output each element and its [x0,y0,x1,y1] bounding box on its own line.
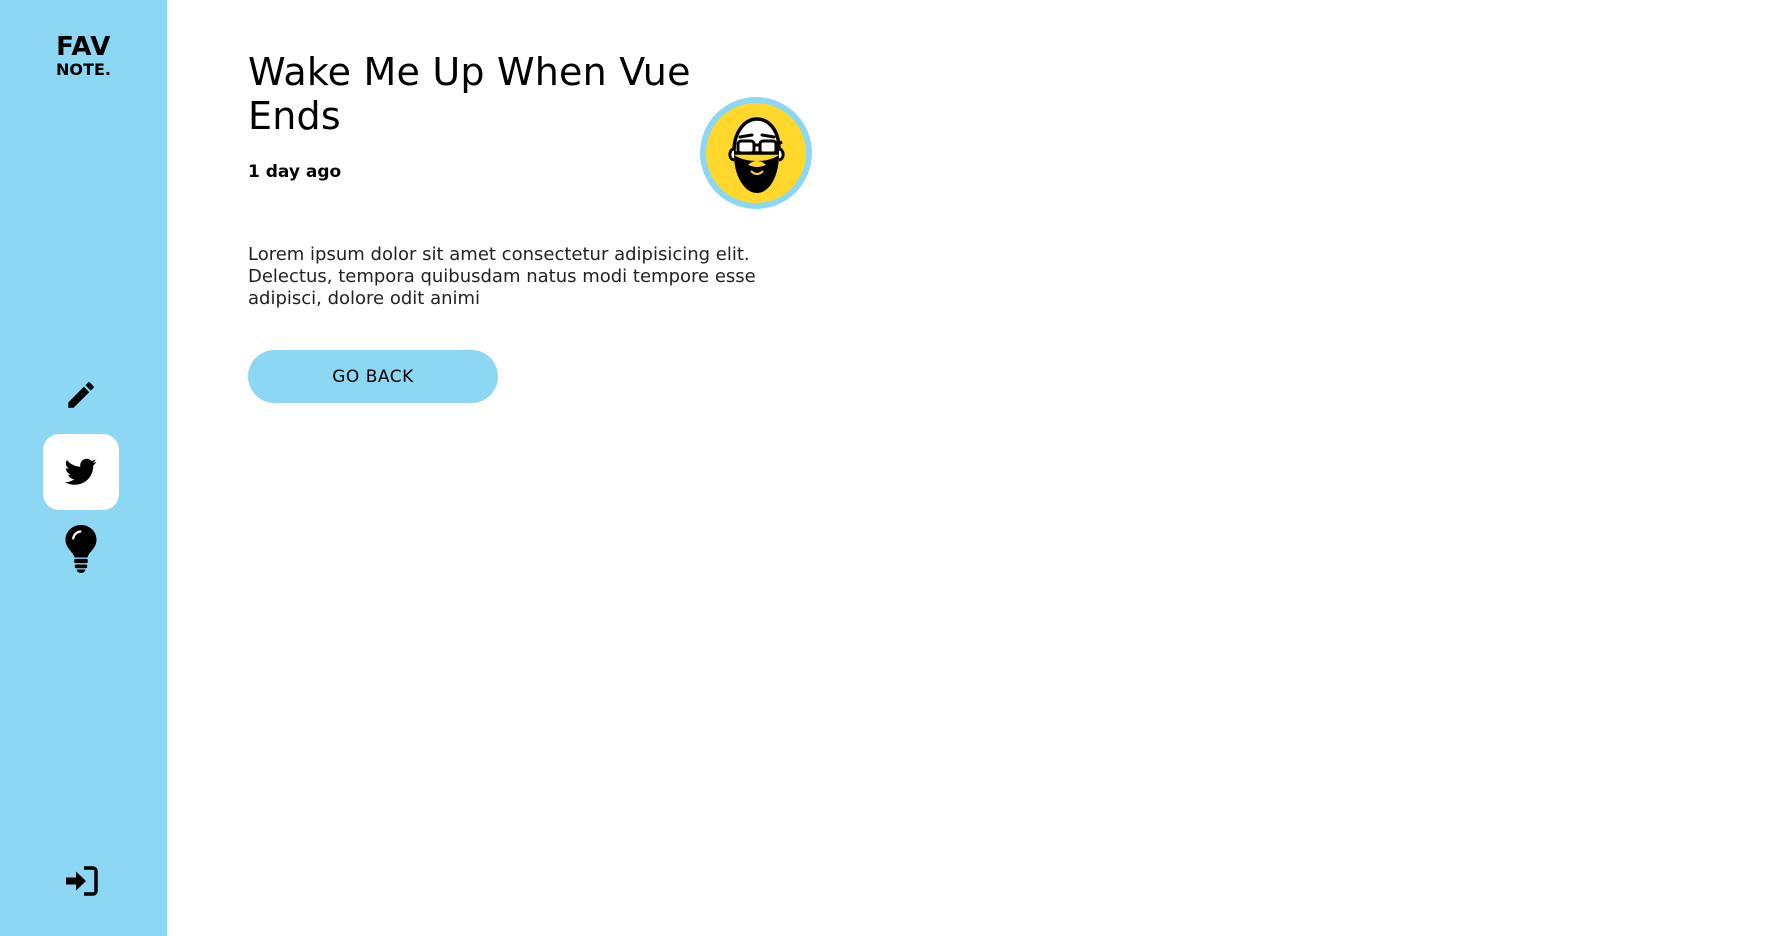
note-content: Lorem ipsum dolor sit amet consectetur a… [248,244,756,309]
sidebar-item-articles[interactable] [43,511,119,587]
note-title: Wake Me Up When Vue Ends [248,50,691,138]
pencil-icon [68,382,94,408]
avatar-image [706,103,806,203]
logo-line-2: NOTE. [56,60,111,79]
app-logo[interactable]: FAV NOTE. [0,34,167,78]
logo-line-1: FAV [56,32,111,62]
avatar [700,97,812,209]
lightbulb-icon [65,525,97,573]
sidebar-item-twitters[interactable] [43,434,119,510]
logout-icon [66,866,98,896]
sidebar: FAV NOTE. [0,0,167,936]
app-root: FAV NOTE. Wake Me Up When Vue Ends 1 day… [0,0,1786,936]
go-back-button[interactable]: GO BACK [248,350,498,403]
twitter-icon [65,458,97,485]
sidebar-item-notes[interactable] [43,357,119,433]
logout-button[interactable] [60,863,102,899]
bearded-man-icon [728,117,785,193]
